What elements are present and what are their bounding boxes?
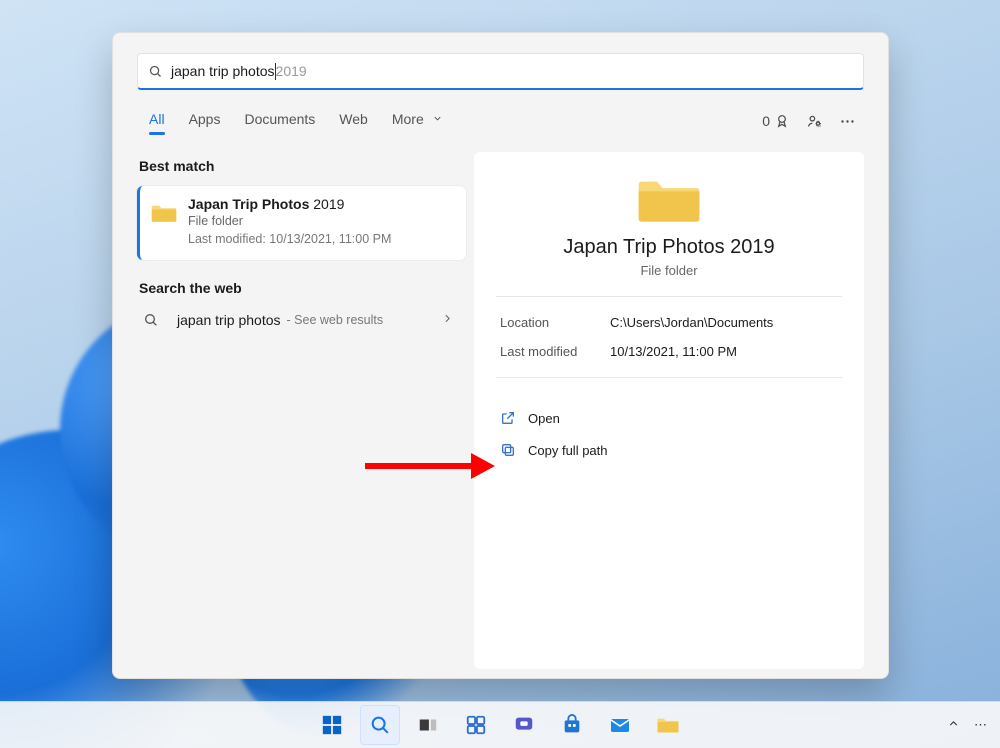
best-match-heading: Best match <box>137 152 466 186</box>
person-gear-icon <box>806 113 823 130</box>
tray-expand-button[interactable] <box>947 717 960 733</box>
result-title: Japan Trip Photos 2019 <box>188 196 391 212</box>
search-icon <box>369 714 391 736</box>
tab-apps[interactable]: Apps <box>177 101 233 141</box>
more-button[interactable] <box>831 107 864 136</box>
best-match-result[interactable]: Japan Trip Photos 2019 File folder Last … <box>137 186 466 260</box>
desktop: japan trip photos 2019 All Apps Document… <box>0 0 1000 748</box>
preview-type: File folder <box>474 263 864 278</box>
chevron-down-icon <box>432 113 443 124</box>
preview-pane: Japan Trip Photos 2019 File folder Locat… <box>474 152 864 669</box>
divider <box>496 377 842 378</box>
tab-documents[interactable]: Documents <box>232 101 327 141</box>
search-web-heading: Search the web <box>139 280 466 296</box>
task-view-icon <box>417 714 439 736</box>
meta-modified-label: Last modified <box>500 344 610 359</box>
windows-logo-icon <box>321 714 343 736</box>
open-icon <box>500 410 516 426</box>
chevron-up-icon <box>947 717 960 730</box>
chevron-right-icon <box>441 312 460 328</box>
action-copy-label: Copy full path <box>528 443 608 458</box>
tray-item[interactable]: ⋯ <box>974 717 988 733</box>
action-copy-path[interactable]: Copy full path <box>492 434 846 466</box>
task-view-button[interactable] <box>408 705 448 745</box>
folder-icon <box>656 714 680 736</box>
ellipsis-icon <box>839 113 856 130</box>
result-modified: Last modified: 10/13/2021, 11:00 PM <box>188 232 391 246</box>
rewards-button[interactable]: 0 <box>754 107 798 135</box>
mail-button[interactable] <box>600 705 640 745</box>
search-typed-text: japan trip photos <box>171 63 275 79</box>
folder-icon <box>150 202 178 224</box>
search-panel: japan trip photos 2019 All Apps Document… <box>112 32 889 679</box>
result-type: File folder <box>188 214 391 228</box>
action-open[interactable]: Open <box>492 402 846 434</box>
folder-icon <box>634 174 704 226</box>
search-icon <box>143 312 159 328</box>
taskbar: ⋯ <box>0 701 1000 748</box>
start-button[interactable] <box>312 705 352 745</box>
widgets-icon <box>465 714 487 736</box>
tab-more[interactable]: More <box>380 101 455 141</box>
chat-button[interactable] <box>504 705 544 745</box>
widgets-button[interactable] <box>456 705 496 745</box>
mail-icon <box>608 713 632 737</box>
taskbar-search-button[interactable] <box>360 705 400 745</box>
chat-icon <box>513 714 535 736</box>
file-explorer-button[interactable] <box>648 705 688 745</box>
copy-icon <box>500 442 516 458</box>
meta-location-value: C:\Users\Jordan\Documents <box>610 315 838 330</box>
search-input[interactable]: japan trip photos 2019 <box>137 53 864 90</box>
store-icon <box>561 714 583 736</box>
medal-icon <box>774 113 790 129</box>
filter-tabs: All Apps Documents Web More 0 <box>113 98 888 144</box>
meta-location-label: Location <box>500 315 610 330</box>
tab-all[interactable]: All <box>137 101 177 141</box>
tab-more-label: More <box>392 111 424 127</box>
web-result-row[interactable]: japan trip photos - See web results <box>137 302 466 338</box>
action-open-label: Open <box>528 411 560 426</box>
web-result-query: japan trip photos <box>177 312 281 328</box>
options-button[interactable] <box>798 107 831 136</box>
meta-modified-value: 10/13/2021, 11:00 PM <box>610 344 838 359</box>
web-result-hint: - See web results <box>287 313 384 327</box>
search-ghost-suggestion: 2019 <box>276 63 307 79</box>
store-button[interactable] <box>552 705 592 745</box>
preview-title: Japan Trip Photos 2019 <box>474 236 864 259</box>
divider <box>496 296 842 297</box>
rewards-points: 0 <box>762 113 770 129</box>
search-icon <box>148 64 163 79</box>
tab-web[interactable]: Web <box>327 101 380 141</box>
